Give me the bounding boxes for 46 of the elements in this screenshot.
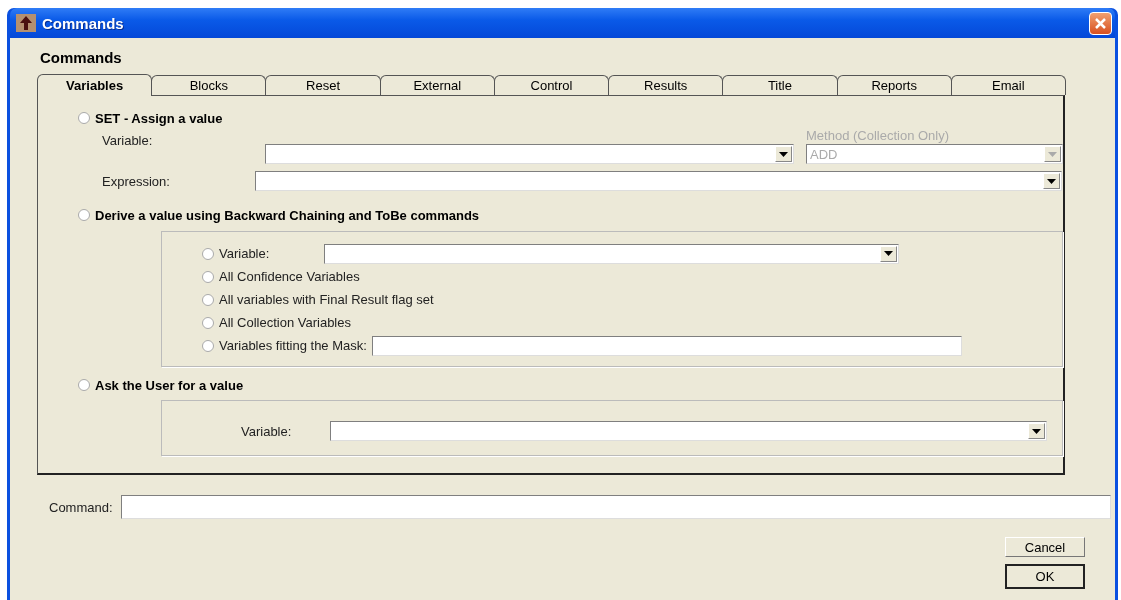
option-label: Variables fitting the Mask:: [219, 338, 367, 353]
radio-button[interactable]: [202, 339, 214, 352]
radio-button[interactable]: [78, 112, 90, 124]
radio-button[interactable]: [202, 316, 214, 329]
tab[interactable]: Variables: [37, 74, 153, 96]
close-icon: [1094, 16, 1107, 30]
combo-box[interactable]: [255, 171, 1062, 191]
radio-button[interactable]: [202, 247, 214, 260]
close-button[interactable]: [1089, 11, 1112, 35]
caret-icon: [884, 251, 893, 256]
field-label: Variable:: [102, 132, 154, 148]
option-label: SET - Assign a value: [95, 110, 223, 126]
option-label: Variable:: [219, 246, 271, 261]
field-label: Method (Collection Only): [806, 128, 951, 143]
radio-button[interactable]: [202, 293, 214, 306]
command-field[interactable]: [120, 495, 1111, 519]
field-label: Variable:: [241, 423, 293, 439]
option-label: All variables with Final Result flag set: [219, 292, 434, 307]
field-label: Expression:: [102, 173, 171, 189]
radio-button[interactable]: [202, 270, 214, 283]
caret-icon: [1047, 178, 1056, 184]
window-title: Commands: [42, 14, 125, 32]
dialog-heading: Commands: [40, 49, 123, 68]
option-label: Ask the User for a value: [95, 377, 244, 393]
dropdown-button[interactable]: [1028, 423, 1045, 439]
option-label: Derive a value using Backward Chaining and ToBe commands: [95, 207, 480, 223]
combo-box[interactable]: [265, 144, 794, 164]
caret-icon: [1032, 428, 1041, 434]
combo-box[interactable]: [330, 421, 1047, 441]
tab[interactable]: Reports: [836, 75, 952, 95]
dialog-button[interactable]: Cancel: [1005, 537, 1085, 557]
caret-icon: [779, 151, 788, 157]
radio-button[interactable]: [78, 209, 90, 221]
dropdown-button[interactable]: [1043, 173, 1060, 189]
dialog-button[interactable]: OK: [1005, 564, 1085, 589]
caret-icon: [1048, 151, 1057, 157]
combo-value: ADD: [809, 146, 839, 162]
combo-box[interactable]: [324, 243, 899, 264]
field-label: Command:: [49, 499, 113, 515]
tab[interactable]: Email: [950, 75, 1066, 95]
radio-button[interactable]: [78, 379, 90, 391]
option-label: All Collection Variables: [219, 315, 351, 330]
option-label: All Confidence Variables: [219, 269, 360, 284]
mask-field[interactable]: [371, 335, 962, 356]
dropdown-button[interactable]: [775, 146, 792, 162]
dropdown-button[interactable]: [880, 245, 897, 262]
